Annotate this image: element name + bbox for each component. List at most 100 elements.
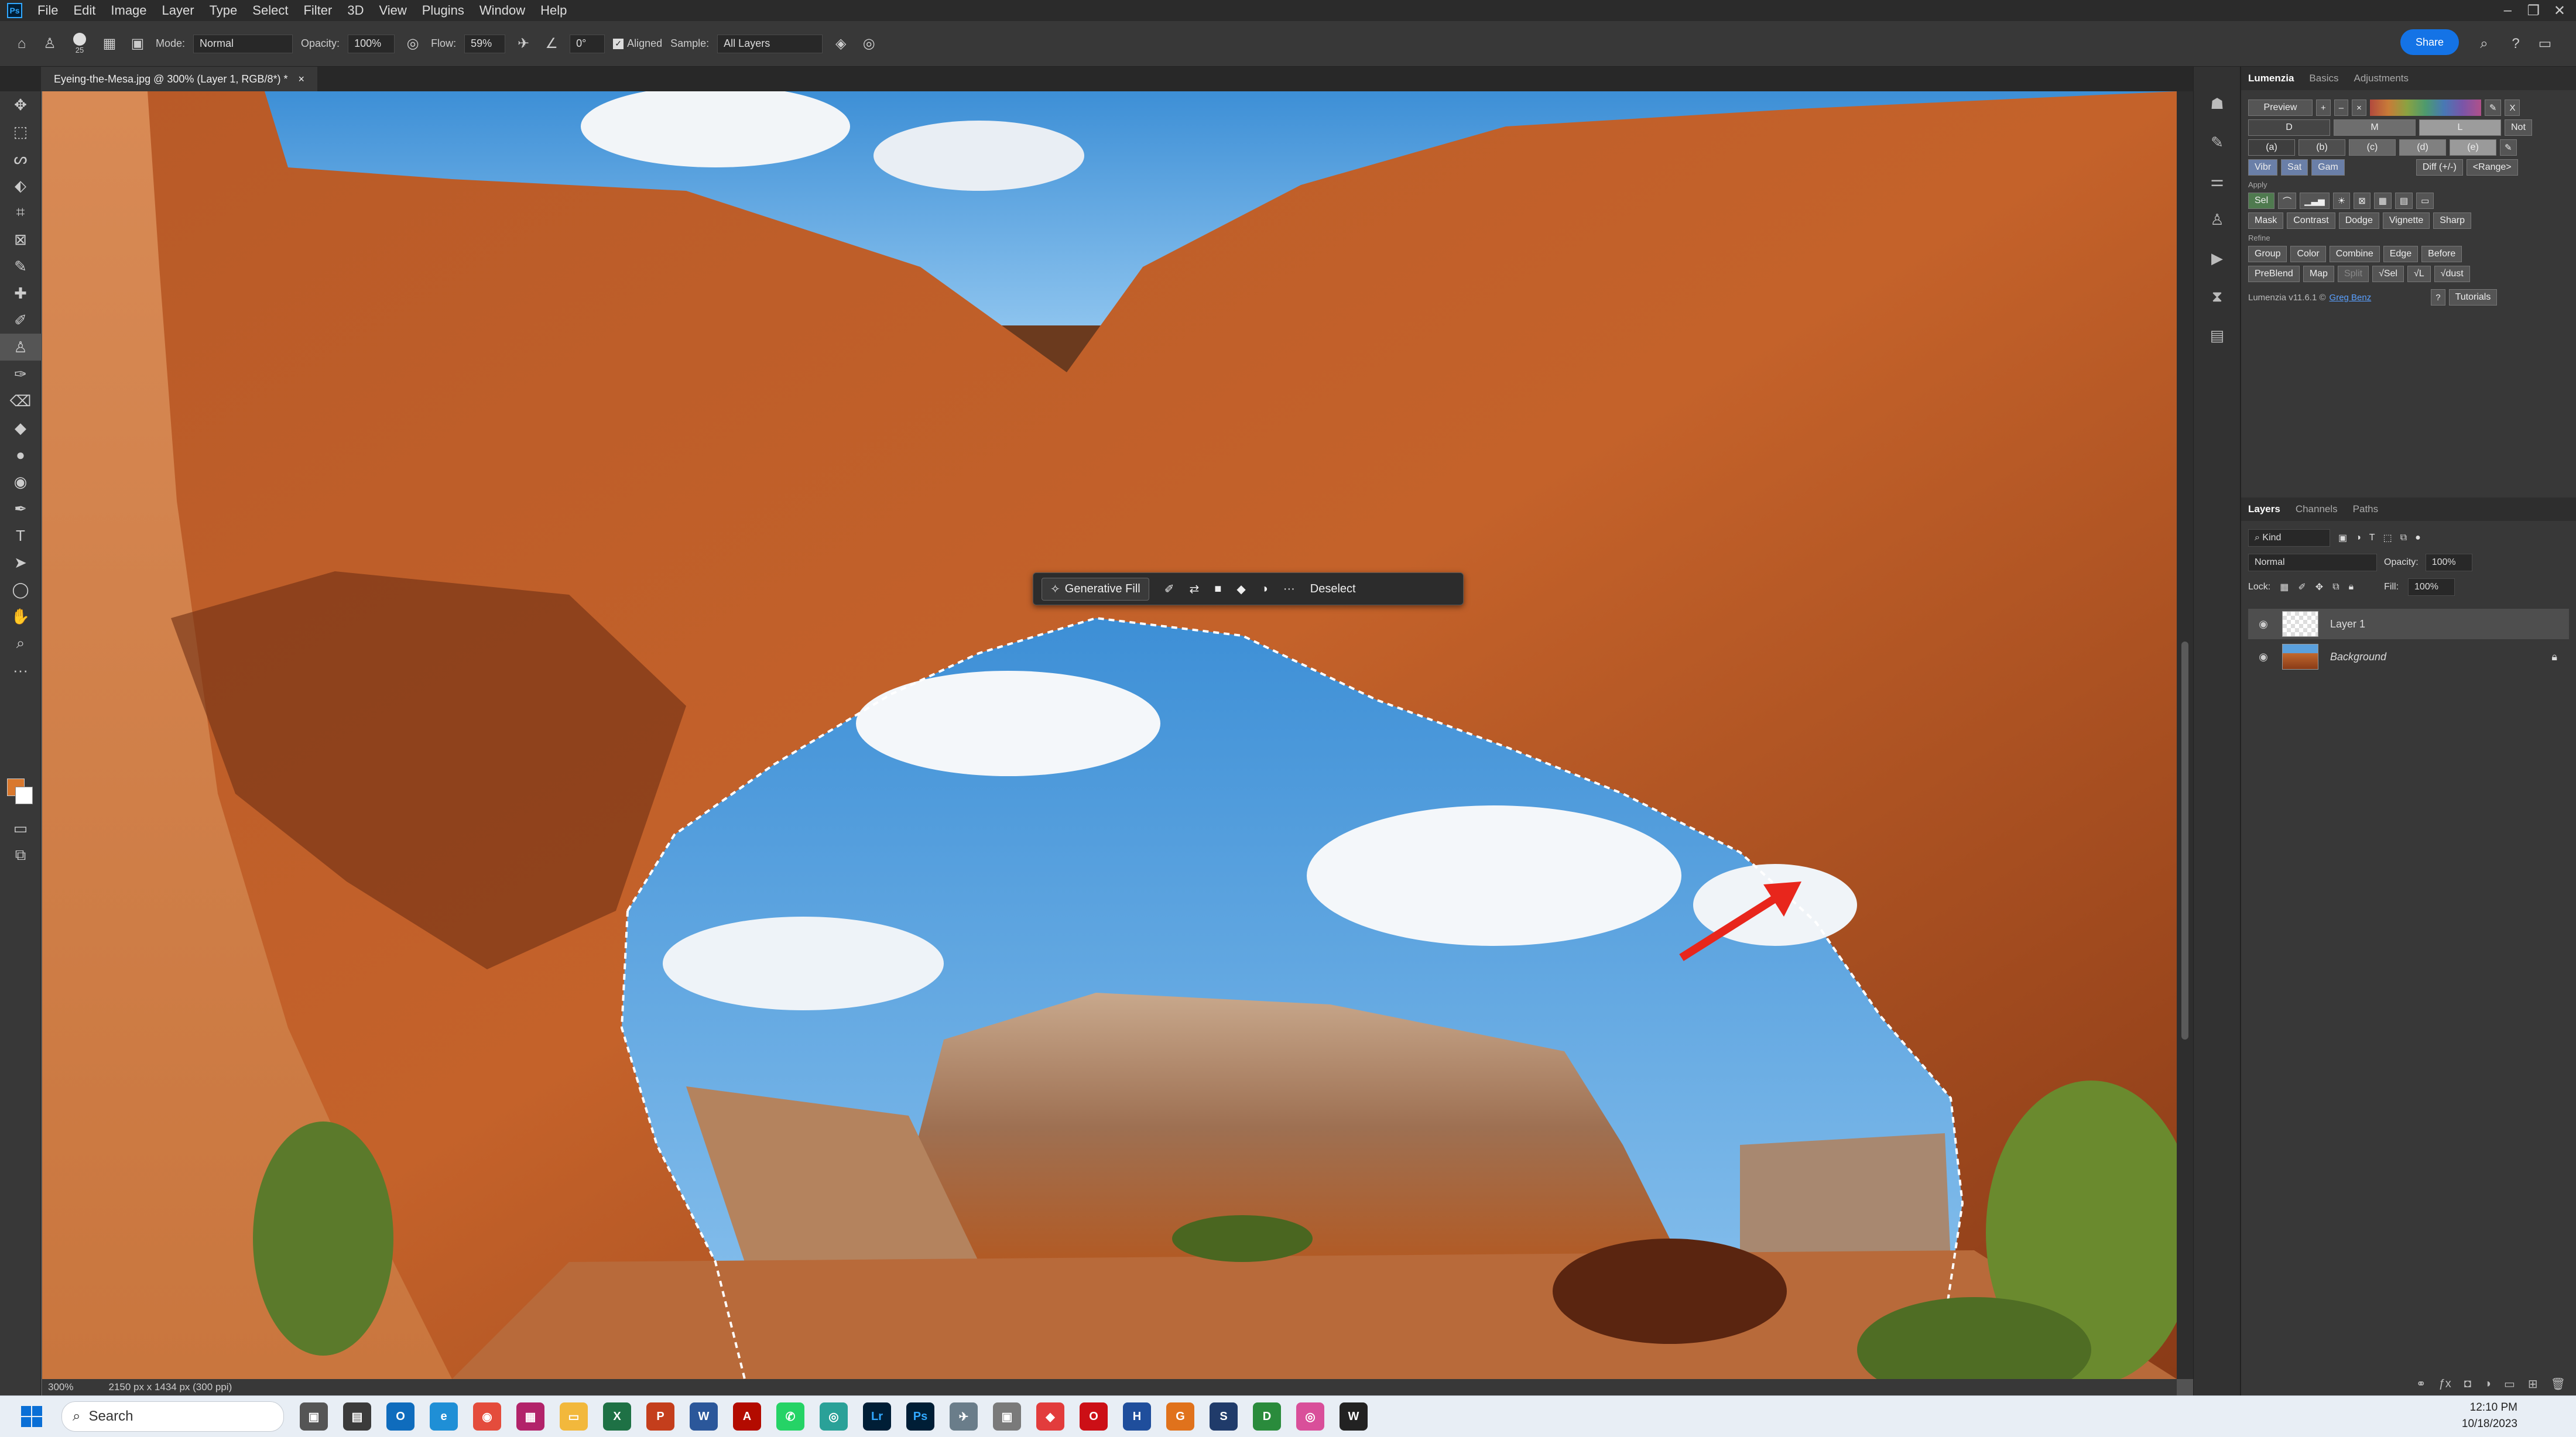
marquee-tool-icon[interactable]: ⬚ <box>0 118 41 145</box>
pressure-size-icon[interactable]: ◎ <box>859 34 879 54</box>
app-icon[interactable]: ✈ <box>950 1402 978 1431</box>
menu-type[interactable]: Type <box>210 3 238 18</box>
widgets-icon[interactable]: ▤ <box>343 1402 371 1431</box>
delete-layer-icon[interactable]: 🗑︎ <box>2551 1377 2565 1391</box>
dodge-tool-icon[interactable]: ◉ <box>0 468 41 495</box>
taskbar-clock[interactable]: 12:10 PM 10/18/2023 <box>2462 1400 2517 1432</box>
powerpoint-icon[interactable]: P <box>646 1402 674 1431</box>
menu-3d[interactable]: 3D <box>347 3 364 18</box>
fx-icon[interactable]: ƒx <box>2439 1377 2451 1391</box>
pixel-filter-icon[interactable]: ▣ <box>2338 532 2347 544</box>
vibrance-button[interactable]: Vibr <box>2248 159 2278 176</box>
eyedropper-icon[interactable]: ✎ <box>2484 100 2502 116</box>
vertical-scrollbar[interactable] <box>2177 91 2193 1379</box>
link-layers-icon[interactable]: ⚭ <box>2416 1377 2426 1391</box>
add-mask-icon[interactable]: ◘ <box>2464 1377 2471 1391</box>
zone-d-lower-button[interactable]: (d) <box>2399 139 2446 156</box>
zone-l-button[interactable]: L <box>2419 119 2501 136</box>
tab-lumenzia[interactable]: Lumenzia <box>2248 73 2294 84</box>
airbrush-icon[interactable]: ✈ <box>513 34 533 54</box>
adjustments-icon[interactable]: ⚌ <box>2194 162 2241 200</box>
scroll-thumb[interactable] <box>2181 642 2188 1040</box>
levels-icon[interactable]: ▁▃▅ <box>2300 193 2330 209</box>
opera-icon[interactable]: O <box>1080 1402 1108 1431</box>
clone-source-panel-icon[interactable]: ♙ <box>2194 200 2241 239</box>
kind-filter-select[interactable]: ⌕ Kind <box>2248 529 2330 547</box>
task-view-icon[interactable]: ▣ <box>300 1402 328 1431</box>
type-tool-icon[interactable]: T <box>0 522 41 549</box>
author-link[interactable]: Greg Benz <box>2330 293 2372 303</box>
screen-mode-icon[interactable]: ⧉ <box>0 842 41 869</box>
mask-button[interactable]: Mask <box>2248 212 2284 229</box>
menu-select[interactable]: Select <box>252 3 288 18</box>
saturation-button[interactable]: Sat <box>2281 159 2308 176</box>
more-tools-icon[interactable]: ··· <box>0 657 41 684</box>
exposure-icon[interactable]: ☀ <box>2332 193 2351 209</box>
close-tab-icon[interactable]: × <box>298 73 304 85</box>
shape-tool-icon[interactable]: ◯ <box>0 576 41 603</box>
document-canvas[interactable] <box>42 91 2177 1379</box>
document-tab[interactable]: Eyeing-the-Mesa.jpg @ 300% (Layer 1, RGB… <box>41 67 317 91</box>
sel-button[interactable]: Sel <box>2248 193 2275 209</box>
help-button[interactable]: ? <box>2431 289 2445 306</box>
check-sel-button[interactable]: √ Sel <box>2372 266 2404 282</box>
tab-layers[interactable]: Layers <box>2248 503 2280 515</box>
new-group-icon[interactable]: ▭ <box>2504 1377 2515 1391</box>
app-icon[interactable]: ◆ <box>1036 1402 1064 1431</box>
acrobat-icon[interactable]: A <box>733 1402 761 1431</box>
blur-tool-icon[interactable]: ● <box>0 441 41 468</box>
layer-row-layer-1[interactable]: ◉ Layer 1 <box>2248 609 2569 639</box>
visibility-eye-icon[interactable]: ◉ <box>2256 618 2270 630</box>
brush-tool-icon[interactable]: ✐ <box>0 307 41 334</box>
zone-e-button[interactable]: (e) <box>2450 139 2496 156</box>
zone-a-button[interactable]: (a) <box>2248 139 2295 156</box>
modify-selection-icon[interactable]: ✐ <box>1164 582 1174 596</box>
blend-mode-select[interactable]: Normal <box>2248 554 2377 571</box>
word-icon[interactable]: W <box>690 1402 718 1431</box>
not-button[interactable]: Not <box>2505 119 2532 136</box>
lock-transparent-icon[interactable]: ▦ <box>2280 581 2289 593</box>
menu-filter[interactable]: Filter <box>303 3 332 18</box>
menu-view[interactable]: View <box>379 3 406 18</box>
actions-icon[interactable]: ▶ <box>2194 239 2241 277</box>
share-button[interactable]: Share <box>2400 29 2459 55</box>
hand-tool-icon[interactable]: ✋ <box>0 603 41 630</box>
type-filter-icon[interactable]: T <box>2369 533 2375 543</box>
dodge-button[interactable]: Dodge <box>2338 212 2379 229</box>
home-icon[interactable]: ⌂ <box>12 34 32 54</box>
before-button[interactable]: Before <box>2421 246 2462 262</box>
frame-tool-icon[interactable]: ⊠ <box>0 226 41 253</box>
menu-file[interactable]: File <box>37 3 58 18</box>
menu-plugins[interactable]: Plugins <box>422 3 464 18</box>
menu-layer[interactable]: Layer <box>162 3 194 18</box>
diff-button[interactable]: Diff (+/-) <box>2416 159 2463 176</box>
brushes-icon[interactable]: ✎ <box>2194 123 2241 162</box>
solid-color-icon[interactable]: ▦ <box>2373 193 2392 209</box>
app-icon[interactable]: W <box>1340 1402 1368 1431</box>
workspace-icon[interactable]: ▭ <box>2535 34 2555 54</box>
app-icon[interactable]: H <box>1123 1402 1151 1431</box>
outlook-icon[interactable]: O <box>386 1402 415 1431</box>
app-icon[interactable]: ◎ <box>1296 1402 1324 1431</box>
excel-icon[interactable]: X <box>603 1402 631 1431</box>
whatsapp-icon[interactable]: ✆ <box>776 1402 804 1431</box>
close-window-icon[interactable]: ✕ <box>2554 2 2565 19</box>
lock-all-icon[interactable]: 🔒︎ <box>2349 582 2354 592</box>
multiply-button[interactable]: × <box>2352 100 2366 116</box>
app-grid-icon[interactable]: ▦ <box>516 1402 544 1431</box>
generative-fill-button[interactable]: ✧ Generative Fill <box>1042 577 1149 601</box>
clone-source-icon[interactable]: ▣ <box>128 34 148 54</box>
background-color-swatch[interactable] <box>15 787 33 804</box>
help-icon[interactable]: ? <box>2506 34 2526 54</box>
adjustment-filter-icon[interactable]: ◑ <box>2355 533 2361 543</box>
crop-tool-icon[interactable]: ⌗ <box>0 199 41 226</box>
sharp-button[interactable]: Sharp <box>2433 212 2471 229</box>
zone-m-button[interactable]: M <box>2334 119 2416 136</box>
tab-basics[interactable]: Basics <box>2309 73 2338 84</box>
app-icon[interactable]: D <box>1253 1402 1281 1431</box>
app-icon[interactable]: ▣ <box>993 1402 1021 1431</box>
visibility-eye-icon[interactable]: ◉ <box>2256 651 2270 663</box>
clone-stamp-tool-icon[interactable]: ♙ <box>40 34 60 54</box>
libraries-icon[interactable]: ☗ <box>2194 84 2241 123</box>
combine-button[interactable]: Combine <box>2329 246 2380 262</box>
